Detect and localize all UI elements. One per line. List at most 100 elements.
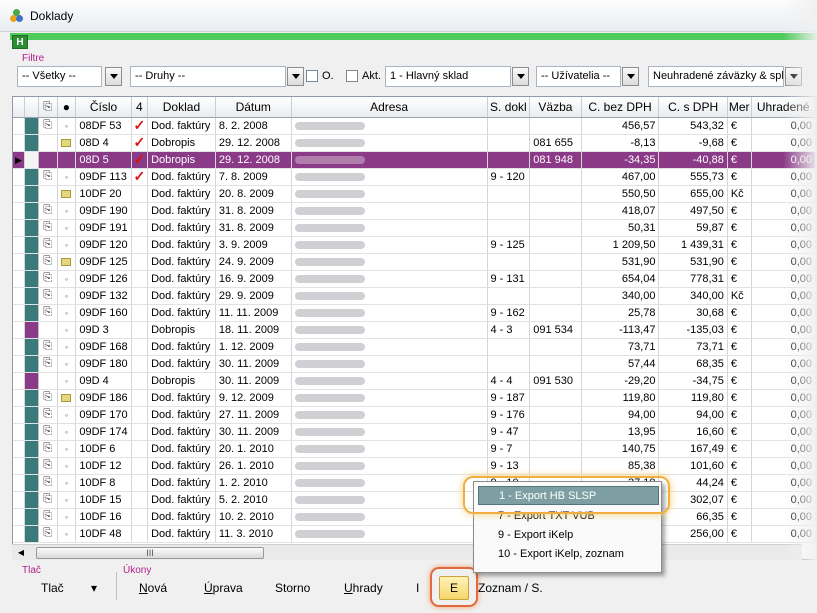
note-cell[interactable]: ◦ xyxy=(57,338,77,356)
scroll-left-icon[interactable]: ◀ xyxy=(14,547,28,559)
note-cell[interactable]: ◦ xyxy=(57,406,77,424)
header-cislo[interactable]: Číslo xyxy=(75,97,132,118)
storno-button[interactable]: Storno xyxy=(275,578,310,598)
table-row[interactable]: ⎘ ◦ 08DF 53 ✓ Dod. faktúry 8. 2. 2008 456,57 54… xyxy=(13,117,816,135)
table-row[interactable]: ⎘ ◦ 09DF 174 Dod. faktúry 30. 11. 2009 9 - 47… xyxy=(13,423,816,441)
table-row[interactable]: ⎘ ◦ 09DF 126 Dod. faktúry 16. 9. 2009 9 - 131… xyxy=(13,270,816,288)
attachment-cell[interactable]: ⎘ xyxy=(38,355,58,373)
filter-all-select[interactable]: -- Všetky -- xyxy=(17,66,102,87)
table-row[interactable]: ⎘ ◦ 10DF 16 Dod. faktúry 10. 2. 2010 66,35 €0,… xyxy=(13,508,816,526)
attachment-cell[interactable]: ⎘ xyxy=(38,287,58,305)
header-vazba[interactable]: Väzba xyxy=(529,97,582,118)
attachment-cell[interactable]: ⎘ xyxy=(38,253,58,271)
header-uhradene[interactable]: Uhradené xyxy=(751,97,816,118)
filter-all-dropdown-icon[interactable] xyxy=(105,67,122,86)
attachment-cell[interactable] xyxy=(38,151,58,169)
header-doklad[interactable]: Doklad xyxy=(147,97,216,118)
table-row[interactable]: ▶ ◦ 08D 5 ✓ Dobropis 29. 12. 2008 081 948 -34,3… xyxy=(13,151,816,169)
horizontal-scrollbar[interactable]: ◀ III xyxy=(12,544,802,560)
note-cell[interactable]: ◦ xyxy=(57,440,77,458)
attachment-cell[interactable]: ⎘ xyxy=(38,168,58,186)
table-row[interactable]: ⎘ ◦ 09DF 113 ✓ Dod. faktúry 7. 8. 2009 9 - 120… xyxy=(13,168,816,186)
header-datum[interactable]: Dátum xyxy=(215,97,292,118)
header-4[interactable]: 4 xyxy=(131,97,149,118)
menu-item-export-ikelp[interactable]: 9 - Export iKelp xyxy=(478,526,659,545)
warehouse-dropdown-icon[interactable] xyxy=(512,67,529,86)
attachment-cell[interactable]: ⎘ xyxy=(38,440,58,458)
users-select[interactable]: -- Užívatelia -- xyxy=(536,66,621,87)
print-button[interactable]: Tlač xyxy=(41,578,64,598)
note-cell[interactable]: ◦ xyxy=(57,219,77,237)
edit-button[interactable]: Úprava xyxy=(204,578,243,598)
attachment-cell[interactable]: ⎘ xyxy=(38,338,58,356)
table-row[interactable]: ⎘ ◦ 09DF 190 Dod. faktúry 31. 8. 2009 418,07 4… xyxy=(13,202,816,220)
export-e-button[interactable]: E xyxy=(439,576,469,600)
attachment-cell[interactable]: ⎘ xyxy=(38,406,58,424)
unpaid-filter-dropdown-icon[interactable] xyxy=(785,67,802,86)
table-row[interactable]: ◦ 09D 3 Dobropis 18. 11. 2009 4 - 3 091 534 -1… xyxy=(13,321,816,339)
attachment-cell[interactable] xyxy=(38,134,58,152)
header-c-s-dph[interactable]: C. s DPH xyxy=(658,97,728,118)
table-row[interactable]: ◦ 09D 4 Dobropis 30. 11. 2009 4 - 4 091 530 -2… xyxy=(13,372,816,390)
attachment-cell[interactable]: ⎘ xyxy=(38,270,58,288)
note-cell[interactable] xyxy=(57,253,77,271)
akt-checkbox[interactable] xyxy=(346,70,358,82)
table-row[interactable]: ⎘ ◦ 10DF 6 Dod. faktúry 20. 1. 2010 9 - 7 140,… xyxy=(13,440,816,458)
filter-types-dropdown-icon[interactable] xyxy=(287,67,304,86)
table-row[interactable]: ⎘ ◦ 09DF 170 Dod. faktúry 27. 11. 2009 9 - 17… xyxy=(13,406,816,424)
table-row[interactable]: ⎘ ◦ 10DF 12 Dod. faktúry 26. 1. 2010 9 - 13 85… xyxy=(13,457,816,475)
warehouse-select[interactable]: 1 - Hlavný sklad xyxy=(385,66,511,87)
note-cell[interactable]: ◦ xyxy=(57,372,77,390)
h-button[interactable]: H xyxy=(12,35,28,49)
note-cell[interactable]: ◦ xyxy=(57,270,77,288)
scrollbar-thumb[interactable]: III xyxy=(36,547,264,559)
table-row[interactable]: ⎘ 09DF 186 Dod. faktúry 9. 12. 2009 9 - 187 1… xyxy=(13,389,816,407)
note-cell[interactable]: ◦ xyxy=(57,508,77,526)
attachment-cell[interactable]: ⎘ xyxy=(38,202,58,220)
table-row[interactable]: ⎘ ◦ 09DF 191 Dod. faktúry 31. 8. 2009 50,31 59… xyxy=(13,219,816,237)
note-cell[interactable]: ◦ xyxy=(57,491,77,509)
attachment-cell[interactable]: ⎘ xyxy=(38,219,58,237)
note-cell[interactable]: ◦ xyxy=(57,287,77,305)
table-row[interactable]: ⎘ ◦ 09DF 168 Dod. faktúry 1. 12. 2009 73,71 73… xyxy=(13,338,816,356)
attachment-cell[interactable] xyxy=(38,372,58,390)
attachment-cell[interactable]: ⎘ xyxy=(38,236,58,254)
payments-button[interactable]: Uhrady xyxy=(344,578,383,598)
note-cell[interactable]: ◦ xyxy=(57,474,77,492)
users-dropdown-icon[interactable] xyxy=(622,67,639,86)
table-row[interactable]: ⎘ ◦ 09DF 180 Dod. faktúry 30. 11. 2009 57,44 6… xyxy=(13,355,816,373)
attachment-cell[interactable]: ⎘ xyxy=(38,117,58,135)
note-cell[interactable]: ◦ xyxy=(57,423,77,441)
table-row[interactable]: ⎘◦10DF 8Dod. faktúry1. 2. 20109 - 1037,1… xyxy=(13,474,816,492)
note-cell[interactable] xyxy=(57,185,77,203)
note-cell[interactable]: ◦ xyxy=(57,457,77,475)
attachment-cell[interactable] xyxy=(38,321,58,339)
table-row[interactable]: 08D 4 ✓ Dobropis 29. 12. 2008 081 655 -8,13 -9… xyxy=(13,134,816,152)
table-row[interactable]: ⎘ 09DF 125 Dod. faktúry 24. 9. 2009 531,90 53… xyxy=(13,253,816,271)
note-cell[interactable]: ◦ xyxy=(57,321,77,339)
new-button[interactable]: Nová xyxy=(139,578,167,598)
table-row[interactable]: ⎘ ◦ 10DF 15 Dod. faktúry 5. 2. 2010 302,07 €0,… xyxy=(13,491,816,509)
note-cell[interactable] xyxy=(57,134,77,152)
table-row[interactable]: ⎘ ◦ 09DF 132 Dod. faktúry 29. 9. 2009 340,00 3… xyxy=(13,287,816,305)
attachment-cell[interactable]: ⎘ xyxy=(38,474,58,492)
header-adresa[interactable]: Adresa xyxy=(291,97,488,118)
note-cell[interactable]: ◦ xyxy=(57,304,77,322)
attachment-cell[interactable]: ⎘ xyxy=(38,508,58,526)
table-row[interactable]: ⎘ ◦ 09DF 160 Dod. faktúry 11. 11. 2009 9 - 16… xyxy=(13,304,816,322)
note-cell[interactable]: ◦ xyxy=(57,236,77,254)
menu-item-export-ikelp-list[interactable]: 10 - Export iKelp, zoznam xyxy=(478,545,659,564)
note-cell[interactable]: ◦ xyxy=(57,117,77,135)
attachment-cell[interactable] xyxy=(38,185,58,203)
note-cell[interactable]: ◦ xyxy=(57,525,77,543)
attachment-cell[interactable]: ⎘ xyxy=(38,491,58,509)
print-dropdown-icon[interactable]: ▾ xyxy=(91,578,97,598)
attachment-cell[interactable]: ⎘ xyxy=(38,525,58,543)
header-mer[interactable]: Mer xyxy=(727,97,752,118)
table-row[interactable]: ⎘ ◦ 10DF 48 Dod. faktúry 11. 3. 2010 256,00 €0… xyxy=(13,525,816,543)
i-button[interactable]: I xyxy=(416,578,419,598)
header-c-bez-dph[interactable]: C. bez DPH xyxy=(581,97,660,118)
note-cell[interactable]: ◦ xyxy=(57,355,77,373)
unpaid-filter-select[interactable]: Neuhradené záväzky & spl xyxy=(648,66,784,87)
table-row[interactable]: ⎘ ◦ 09DF 120 Dod. faktúry 3. 9. 2009 9 - 125 1… xyxy=(13,236,816,254)
